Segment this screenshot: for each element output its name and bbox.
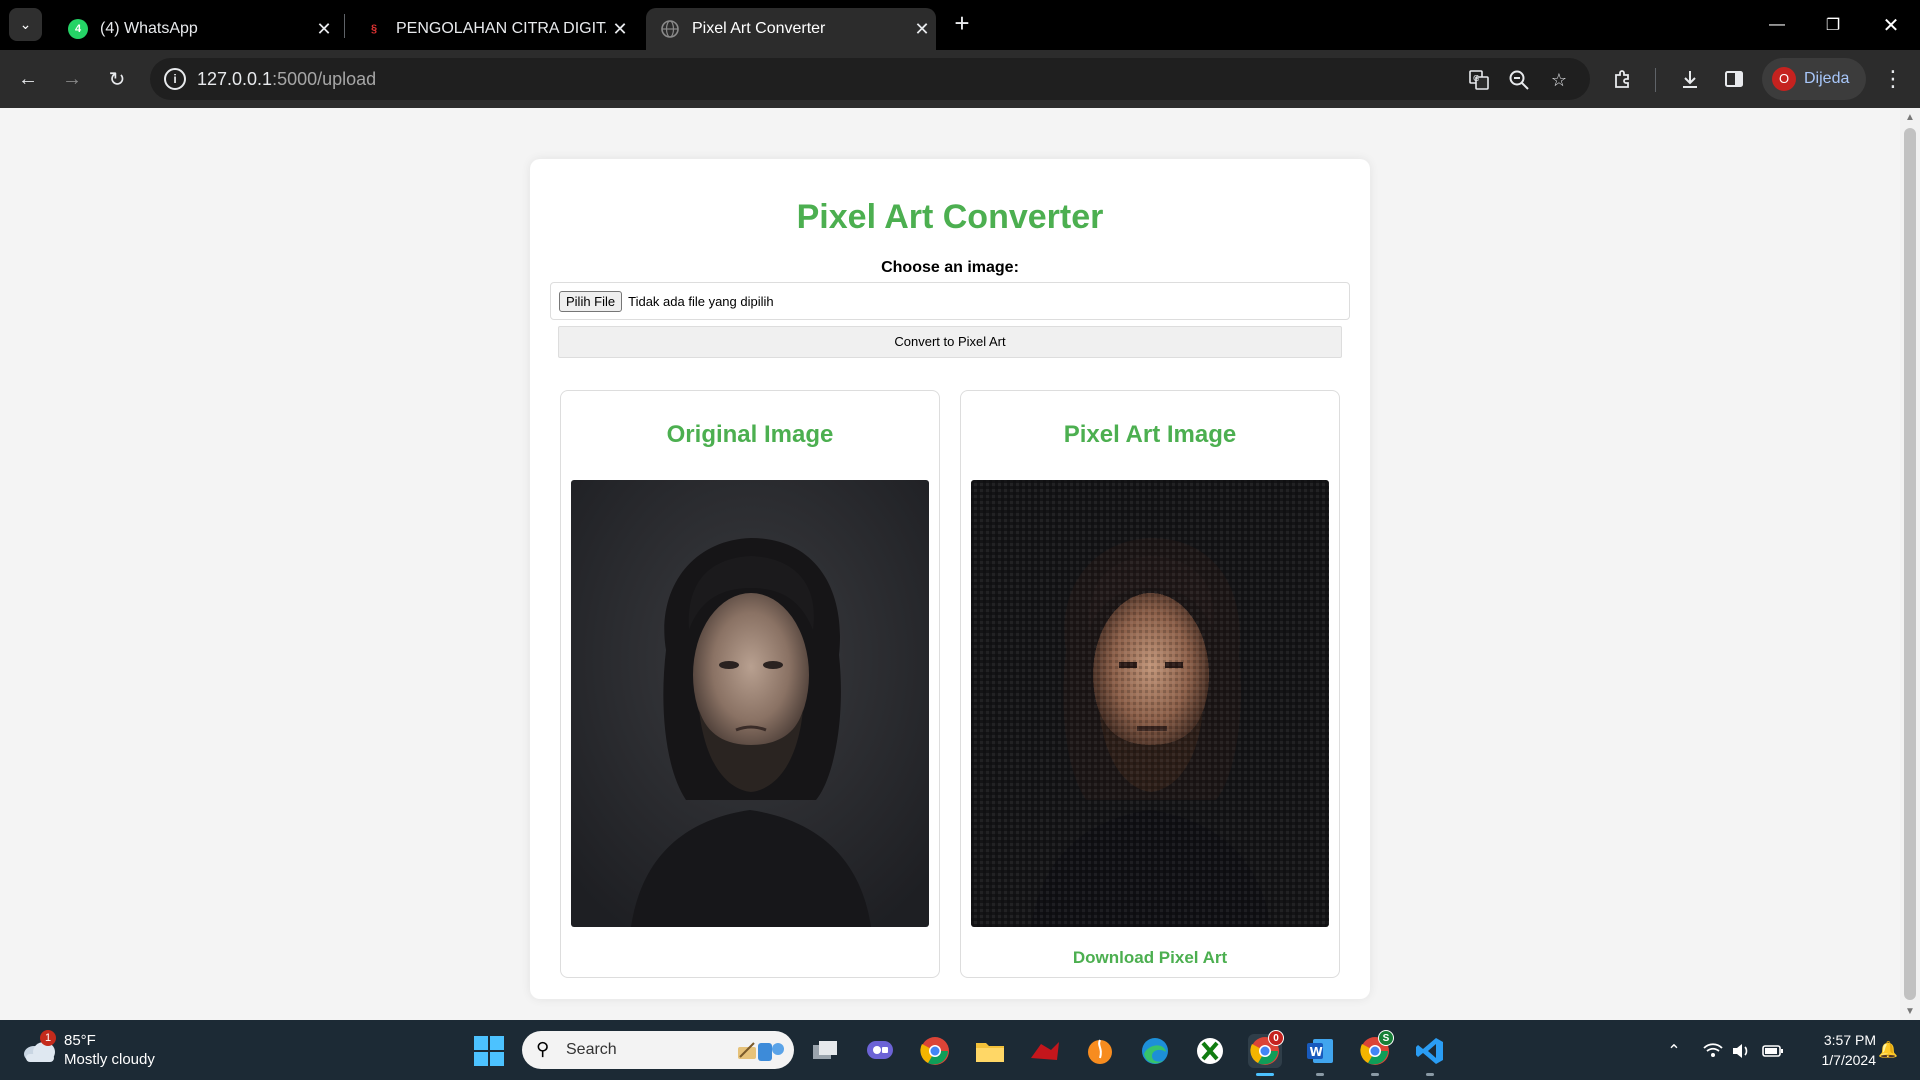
file-explorer-icon[interactable]	[973, 1034, 1007, 1068]
notification-bell-icon[interactable]: 🔔	[1878, 1040, 1898, 1060]
taskbar-search[interactable]: ⚲ Search	[522, 1031, 794, 1069]
site-logo-icon: §	[370, 23, 378, 35]
clock-time: 3:57 PM	[1823, 1032, 1876, 1048]
pixel-art-title: Pixel Art Image	[1063, 421, 1237, 448]
vscode-icon[interactable]	[1413, 1034, 1447, 1068]
bookmark-star-icon[interactable]: ☆	[1547, 68, 1571, 92]
tab-search-button[interactable]: ⌄	[9, 8, 42, 41]
close-tab-icon[interactable]: ✕	[606, 19, 634, 40]
tab-divider	[344, 14, 345, 38]
game-app-icon[interactable]	[1028, 1034, 1062, 1068]
close-window-button[interactable]: ✕	[1868, 0, 1914, 50]
word-icon[interactable]: W	[1303, 1034, 1337, 1068]
new-tab-button[interactable]: +	[948, 10, 976, 38]
weather-widget[interactable]: 1 85°F Mostly cloudy	[20, 1028, 190, 1072]
more-menu-icon[interactable]: ⋮	[1880, 66, 1906, 92]
original-image	[571, 480, 929, 927]
volume-icon[interactable]	[1730, 1040, 1752, 1062]
back-button[interactable]: ←	[10, 62, 46, 96]
scrollbar-thumb[interactable]	[1904, 128, 1916, 1000]
chrome-profile-badge: S	[1378, 1030, 1394, 1046]
show-hidden-icons-icon[interactable]: ⌃	[1663, 1040, 1685, 1062]
original-image-card: Original Image	[560, 390, 940, 978]
choose-image-label: Choose an image:	[881, 259, 1019, 276]
side-panel-icon[interactable]	[1721, 66, 1747, 92]
url-text[interactable]: 127.0.0.1:5000/upload	[197, 69, 376, 90]
tab-strip: ⌄ 4 (4) WhatsApp ✕ § PENGOLAHAN CITRA DI…	[0, 0, 1920, 50]
search-highlight-icon	[738, 1042, 784, 1061]
chrome-profile-badge: 0	[1268, 1030, 1284, 1046]
download-icon[interactable]	[1677, 66, 1703, 92]
wifi-icon[interactable]	[1702, 1040, 1724, 1062]
active-indicator	[1256, 1073, 1274, 1076]
fl-studio-icon[interactable]	[1083, 1034, 1117, 1068]
task-view-icon[interactable]	[808, 1034, 842, 1068]
chrome-profile-icon[interactable]: S	[1358, 1030, 1394, 1068]
tab-pengolahan[interactable]: § PENGOLAHAN CITRA DIGITAL - ✕	[350, 8, 634, 50]
original-image-title: Original Image	[666, 421, 834, 448]
tab-title: (4) WhatsApp	[100, 20, 198, 37]
toolbar-divider	[1655, 68, 1656, 92]
zoom-icon[interactable]	[1507, 68, 1531, 92]
globe-icon	[660, 19, 680, 39]
close-tab-icon[interactable]: ✕	[908, 19, 936, 40]
page-viewport: Pixel Art Converter Choose an image: Pil…	[0, 108, 1900, 1020]
chrome-active-icon[interactable]: 0	[1248, 1030, 1284, 1068]
scroll-up-icon[interactable]: ▲	[1905, 112, 1915, 123]
weather-badge: 1	[40, 1030, 56, 1046]
clock-date: 1/7/2024	[1821, 1052, 1877, 1068]
svg-text:W: W	[1310, 1045, 1323, 1059]
profile-button[interactable]: O Dijeda	[1762, 58, 1866, 100]
pixel-art-image	[971, 480, 1329, 927]
avatar: O	[1772, 67, 1796, 91]
running-indicator	[1371, 1073, 1379, 1076]
taskbar: 1 85°F Mostly cloudy ⚲ Search 0 W S ⌃ 3:…	[0, 1020, 1920, 1080]
edge-icon[interactable]	[1138, 1034, 1172, 1068]
search-icon: ⚲	[536, 1039, 550, 1059]
svg-text:G: G	[1473, 74, 1479, 83]
file-input[interactable]: Pilih File Tidak ada file yang dipilih	[550, 282, 1350, 320]
chat-app-icon[interactable]	[863, 1034, 897, 1068]
pixel-art-card: Pixel Art Image Download Pixel Art	[960, 390, 1340, 978]
windows-start-icon[interactable]	[474, 1036, 504, 1066]
weather-condition: Mostly cloudy	[64, 1051, 155, 1068]
file-status-text: Tidak ada file yang dipilih	[628, 293, 774, 309]
address-bar[interactable]: i 127.0.0.1:5000/upload G ☆	[150, 58, 1590, 100]
download-pixel-art-link[interactable]: Download Pixel Art	[961, 948, 1339, 968]
page-title: Pixel Art Converter	[796, 198, 1104, 236]
whatsapp-icon: 4	[68, 19, 88, 39]
extensions-icon[interactable]	[1610, 66, 1636, 92]
running-indicator	[1426, 1073, 1434, 1076]
tab-title: PENGOLAHAN CITRA DIGITAL -	[396, 20, 606, 37]
battery-icon[interactable]	[1762, 1040, 1784, 1062]
forward-button[interactable]: →	[54, 62, 90, 96]
weather-temp: 85°F	[64, 1032, 96, 1049]
browser-toolbar: ← → ↻ i 127.0.0.1:5000/upload G ☆ O Dije…	[0, 50, 1920, 108]
minimize-button[interactable]: —	[1754, 0, 1800, 50]
site-info-icon[interactable]: i	[164, 68, 186, 90]
taskbar-clock[interactable]: 3:57 PM 1/7/2024	[1798, 1030, 1877, 1070]
profile-name: Dijeda	[1804, 70, 1850, 87]
tab-whatsapp[interactable]: 4 (4) WhatsApp ✕	[54, 8, 338, 50]
tab-title: Pixel Art Converter	[692, 20, 826, 37]
scroll-down-icon[interactable]: ▼	[1905, 1006, 1915, 1017]
search-label: Search	[566, 1041, 617, 1058]
running-indicator	[1316, 1073, 1324, 1076]
choose-file-button[interactable]: Pilih File	[559, 290, 623, 312]
close-tab-icon[interactable]: ✕	[310, 19, 338, 40]
translate-icon[interactable]: G	[1467, 68, 1491, 92]
page-scrollbar[interactable]: ▲ ▼	[1900, 108, 1920, 1020]
chrome-icon[interactable]	[918, 1034, 952, 1068]
restore-button[interactable]: ❐	[1810, 0, 1856, 50]
converter-container: Pixel Art Converter Choose an image: Pil…	[530, 159, 1370, 999]
reload-button[interactable]: ↻	[99, 62, 135, 96]
xbox-icon[interactable]	[1193, 1034, 1227, 1068]
convert-button[interactable]: Convert to Pixel Art	[558, 326, 1342, 358]
chevron-down-icon: ⌄	[19, 16, 32, 32]
tab-pixel-art-converter[interactable]: Pixel Art Converter ✕	[646, 8, 936, 50]
